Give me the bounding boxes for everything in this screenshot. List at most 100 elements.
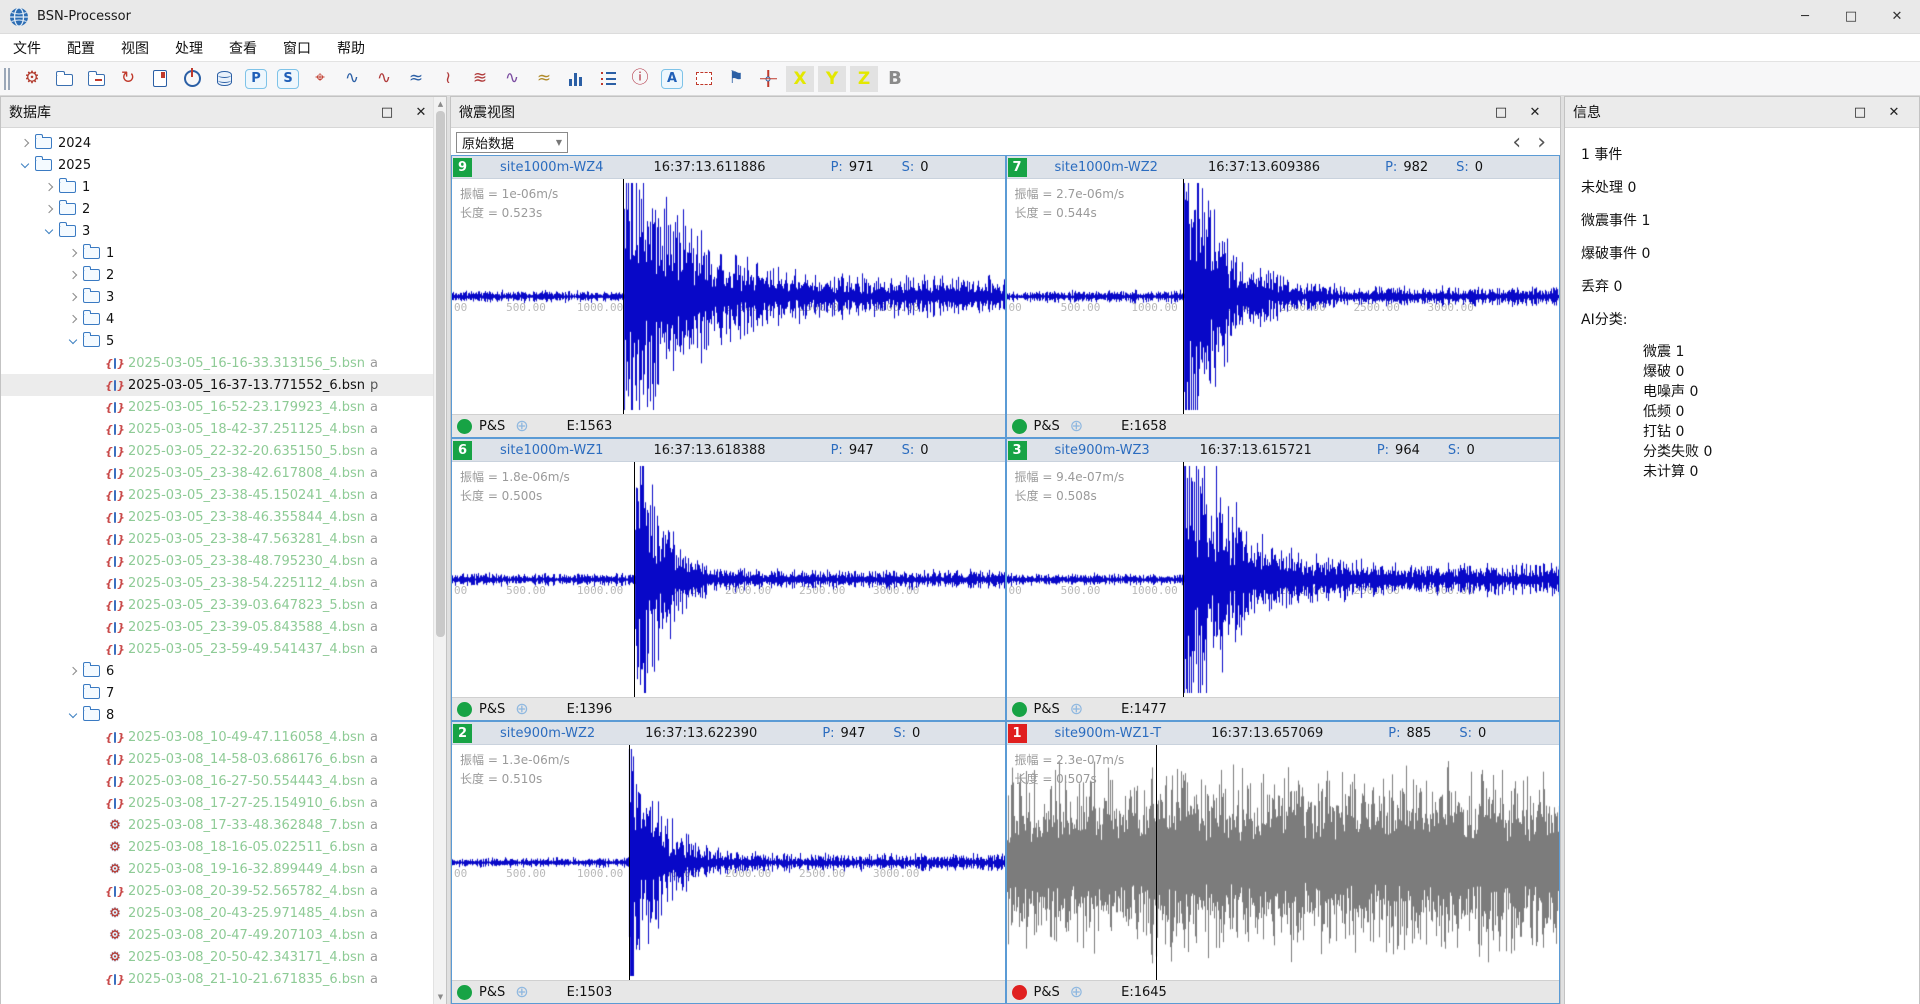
tree-file-row[interactable]: {}2025-03-05_23-59-49.541437_4.bsna (1, 638, 446, 660)
menu-item-6[interactable]: 窗口 (270, 34, 324, 61)
station-name-link[interactable]: site1000m-WZ2 (1055, 160, 1158, 175)
menu-item-1[interactable]: 文件 (0, 34, 54, 61)
tree-folder-row[interactable]: 5 (1, 330, 446, 352)
scroll-down-arrow-icon[interactable]: ▼ (434, 990, 447, 1004)
trace-plot-area[interactable]: 振幅 = 1.8e-06m/s长度 = 0.500s00500.001000.0… (452, 462, 1005, 697)
tree-folder-row[interactable]: 3 (1, 286, 446, 308)
maximize-button[interactable]: □ (1828, 0, 1874, 34)
tree-file-row[interactable]: {}2025-03-05_23-38-48.795230_4.bsna (1, 550, 446, 572)
tree-folder-row[interactable]: 1 (1, 176, 446, 198)
chevron-right-icon[interactable] (39, 206, 59, 212)
tree-file-row[interactable]: ⚙2025-03-08_20-50-42.343171_4.bsna (1, 946, 446, 968)
bold-toggle-button[interactable]: B (882, 66, 908, 92)
tree-file-row[interactable]: {}2025-03-08_14-58-03.686176_6.bsna (1, 748, 446, 770)
axis-toggle-z[interactable]: Z (850, 66, 878, 92)
tree-file-row[interactable]: {}2025-03-08_17-27-25.154910_6.bsna (1, 792, 446, 814)
info-icon[interactable]: ⓘ (627, 66, 653, 92)
menu-item-2[interactable]: 配置 (54, 34, 108, 61)
tree-file-row[interactable]: {}2025-03-05_23-39-05.843588_4.bsna (1, 616, 446, 638)
s-pick-button[interactable]: S (275, 66, 301, 92)
menu-item-7[interactable]: 帮助 (324, 34, 378, 61)
locate-icon[interactable]: ⌖ (307, 66, 333, 92)
station-name-link[interactable]: site900m-WZ3 (1055, 443, 1150, 458)
trace-plot-area[interactable]: 振幅 = 1e-06m/s长度 = 0.523s00500.001000.001… (452, 179, 1005, 414)
tree-file-row[interactable]: ⚙2025-03-08_20-43-25.971485_4.bsna (1, 902, 446, 924)
refresh-icon[interactable]: ↻ (115, 66, 141, 92)
chevron-right-icon[interactable] (63, 272, 83, 278)
zoom-in-icon[interactable]: ⊕ (515, 418, 528, 434)
tree-file-row[interactable]: {}2025-03-08_16-27-50.554443_4.bsna (1, 770, 446, 792)
tree-folder-row[interactable]: 7 (1, 682, 446, 704)
ps-toggle-label[interactable]: P&S (479, 419, 505, 434)
chevron-right-icon[interactable] (63, 316, 83, 322)
chevron-right-icon[interactable] (63, 250, 83, 256)
tree-file-row[interactable]: {}2025-03-05_23-38-46.355844_4.bsna (1, 506, 446, 528)
trace-plot-area[interactable]: 振幅 = 2.7e-06m/s长度 = 0.544s00500.001000.0… (1007, 179, 1560, 414)
p-pick-marker-line[interactable] (629, 745, 630, 980)
wave-cut-icon[interactable]: ≀ (435, 66, 461, 92)
tree-file-row[interactable]: {}2025-03-08_21-10-21.671835_6.bsna (1, 968, 446, 990)
tree-folder-row[interactable]: 2 (1, 198, 446, 220)
info-float-button[interactable]: □ (1843, 105, 1877, 120)
trace-plot-area[interactable]: 振幅 = 9.4e-07m/s长度 = 0.508s00500.001000.0… (1007, 462, 1560, 697)
new-project-folder-icon[interactable] (51, 66, 77, 92)
region-select-icon[interactable] (691, 66, 717, 92)
next-event-button[interactable]: › (1537, 133, 1546, 153)
tree-folder-row[interactable]: 3 (1, 220, 446, 242)
ps-toggle-label[interactable]: P&S (1034, 985, 1060, 1000)
station-name-link[interactable]: site900m-WZ1-T (1055, 726, 1162, 741)
waveform-close-button[interactable]: ✕ (1518, 105, 1552, 120)
chevron-down-icon[interactable] (63, 339, 83, 343)
event-list-icon[interactable] (595, 66, 621, 92)
toolbar-grip-handle[interactable] (4, 68, 10, 90)
ps-toggle-label[interactable]: P&S (479, 702, 505, 717)
station-name-link[interactable]: site1000m-WZ1 (500, 443, 603, 458)
trace-plot-area[interactable]: 振幅 = 2.3e-07m/s长度 = 0.507s00500.001000.0… (1007, 745, 1560, 980)
wave-smooth-icon[interactable]: ≈ (403, 66, 429, 92)
tree-file-row[interactable]: {}2025-03-08_20-39-52.565782_4.bsna (1, 880, 446, 902)
crosshair-icon[interactable] (755, 66, 781, 92)
save-icon[interactable] (147, 66, 173, 92)
power-icon[interactable] (179, 66, 205, 92)
station-name-link[interactable]: site900m-WZ2 (500, 726, 595, 741)
data-type-dropdown[interactable]: 原始数据 ▼ (456, 132, 568, 153)
tree-file-row[interactable]: ⚙2025-03-08_19-16-32.899449_4.bsna (1, 858, 446, 880)
denoise-icon[interactable]: ≋ (467, 66, 493, 92)
tree-folder-row[interactable]: 8 (1, 704, 446, 726)
chevron-right-icon[interactable] (63, 668, 83, 674)
tree-folder-row[interactable]: 2024 (1, 132, 446, 154)
previous-event-button[interactable]: ‹ (1512, 133, 1521, 153)
open-folder-icon[interactable] (83, 66, 109, 92)
tree-file-row[interactable]: {}2025-03-05_16-52-23.179923_4.bsna (1, 396, 446, 418)
tree-scrollbar[interactable]: ▲ ▼ (433, 97, 446, 1004)
wave-pick-icon[interactable]: ∿ (339, 66, 365, 92)
p-pick-marker-line[interactable] (1156, 745, 1157, 980)
tree-folder-row[interactable]: 1 (1, 242, 446, 264)
tree-file-row[interactable]: ⚙2025-03-08_18-16-05.022511_6.bsna (1, 836, 446, 858)
tree-file-row[interactable]: {}2025-03-05_23-38-42.617808_4.bsna (1, 462, 446, 484)
menu-item-3[interactable]: 视图 (108, 34, 162, 61)
tree-file-row[interactable]: {}2025-03-05_23-38-54.225112_4.bsna (1, 572, 446, 594)
axis-toggle-y[interactable]: Y (818, 66, 846, 92)
trace-plot-area[interactable]: 振幅 = 1.3e-06m/s长度 = 0.510s00500.001000.0… (452, 745, 1005, 980)
scroll-up-arrow-icon[interactable]: ▲ (434, 97, 447, 111)
tree-file-row[interactable]: {}2025-03-05_23-38-45.150241_4.bsna (1, 484, 446, 506)
p-pick-marker-line[interactable] (1183, 179, 1184, 414)
close-button[interactable]: ✕ (1874, 0, 1920, 34)
tree-folder-row[interactable]: 2025 (1, 154, 446, 176)
zoom-in-icon[interactable]: ⊕ (515, 701, 528, 717)
station-name-link[interactable]: site1000m-WZ4 (500, 160, 603, 175)
zoom-in-icon[interactable]: ⊕ (1070, 418, 1083, 434)
chevron-down-icon[interactable] (63, 713, 83, 717)
database-float-button[interactable]: □ (370, 105, 404, 120)
filter-icon[interactable]: ≈ (531, 66, 557, 92)
tree-folder-row[interactable]: 6 (1, 660, 446, 682)
tree-file-row[interactable]: {}2025-03-05_23-39-03.647823_5.bsna (1, 594, 446, 616)
p-pick-marker-line[interactable] (1183, 462, 1184, 697)
p-pick-marker-line[interactable] (634, 462, 635, 697)
tree-file-row[interactable]: {}2025-03-05_18-42-37.251125_4.bsna (1, 418, 446, 440)
spectrum-icon[interactable]: ∿ (499, 66, 525, 92)
annotate-text-button[interactable]: A (659, 66, 685, 92)
tree-folder-row[interactable]: 4 (1, 308, 446, 330)
chevron-down-icon[interactable] (39, 229, 59, 233)
